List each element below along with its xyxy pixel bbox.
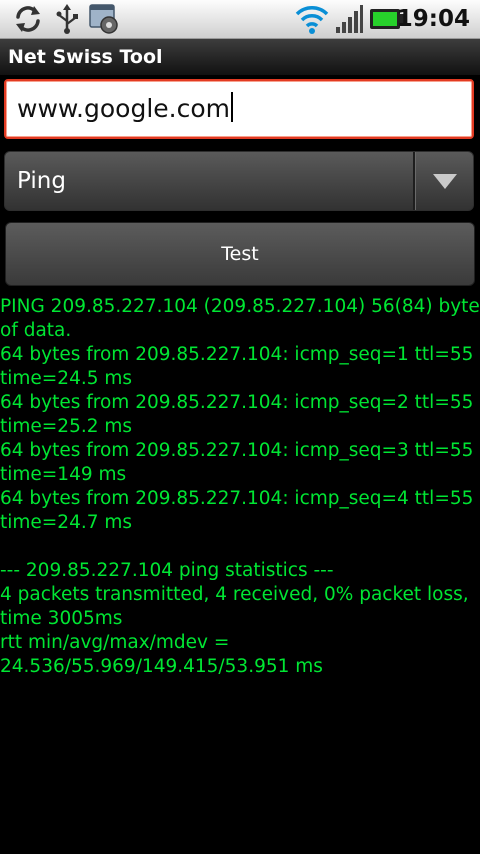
output-line: PING 209.85.227.104 (209.85.227.104) 56(… <box>0 296 480 317</box>
usb-icon <box>54 3 80 39</box>
output-line: time=25.2 ms <box>0 416 133 437</box>
wifi-icon <box>294 3 330 39</box>
test-button-label: Test <box>221 243 259 265</box>
title-bar: Net Swiss Tool <box>0 39 480 76</box>
ping-output: PING 209.85.227.104 (209.85.227.104) 56(… <box>0 295 480 679</box>
host-input-value: www.google.com <box>17 94 230 123</box>
clock: 19:04 <box>396 6 470 32</box>
settings-app-icon <box>88 3 120 39</box>
divider <box>413 152 416 210</box>
app-title: Net Swiss Tool <box>8 46 163 68</box>
tool-select[interactable]: Ping <box>4 151 474 211</box>
output-line: 64 bytes from 209.85.227.104: icmp_seq=2… <box>0 392 474 413</box>
chevron-down-icon <box>433 174 457 189</box>
output-line: time=24.5 ms <box>0 368 133 389</box>
text-caret <box>231 92 233 122</box>
output-line: 4 packets transmitted, 4 received, 0% pa… <box>0 584 469 605</box>
output-line: 64 bytes from 209.85.227.104: icmp_seq=4… <box>0 488 474 509</box>
tool-select-value: Ping <box>17 168 66 194</box>
output-line: --- 209.85.227.104 ping statistics --- <box>0 560 334 581</box>
output-line: of data. <box>0 320 72 341</box>
sync-icon <box>12 3 44 39</box>
output-line: time=149 ms <box>0 464 127 485</box>
host-input-value-wrap: www.google.com <box>17 81 233 137</box>
signal-icon <box>334 3 364 39</box>
status-bar: 19:04 <box>0 0 480 39</box>
output-line: 64 bytes from 209.85.227.104: icmp_seq=3… <box>0 440 474 461</box>
output-line: time 3005ms <box>0 608 123 629</box>
output-line: 24.536/55.969/149.415/53.951 ms <box>0 656 323 677</box>
output-line: rtt min/avg/max/mdev = <box>0 632 230 653</box>
output-line: time=24.7 ms <box>0 512 133 533</box>
test-button[interactable]: Test <box>5 222 475 286</box>
host-input[interactable]: www.google.com <box>4 79 474 139</box>
output-line: 64 bytes from 209.85.227.104: icmp_seq=1… <box>0 344 474 365</box>
